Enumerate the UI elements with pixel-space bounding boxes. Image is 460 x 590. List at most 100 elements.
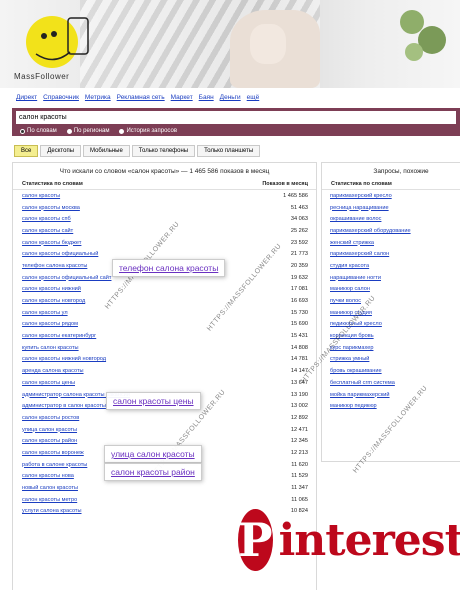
impressions-count: 21 773 [290,251,308,258]
nav-link-more[interactable]: ещё [247,94,260,101]
nav-link-reference[interactable]: Справочник [43,94,79,101]
table-row: салон красоты ростов 12 892 [22,412,308,424]
impressions-count: 25 262 [290,227,308,234]
similar-query-link[interactable]: мойка парикмахерский [330,392,390,398]
callout-district: салон красоты район [104,463,202,481]
callout-street: улица салон красоты [104,445,202,463]
impressions-count: 14 781 [290,356,308,363]
tab-desktops[interactable]: Десктопы [40,145,82,157]
query-link[interactable]: салон красоты официальный [22,251,98,257]
impressions-count: 12 892 [290,414,308,421]
radio-icon [119,128,125,134]
scope-by-regions[interactable]: По регионам [66,128,109,134]
impressions-count: 1 465 586 [283,192,308,199]
scope-by-words[interactable]: По словам [20,128,57,134]
nav-link-direct[interactable]: Директ [16,94,37,101]
query-link[interactable]: салон красоты ул [22,310,68,316]
impressions-count: 15 690 [290,321,308,328]
query-link[interactable]: салон красоты официальный сайт [22,275,111,281]
similar-query-link[interactable]: женский стрижка [330,240,374,246]
query-link[interactable]: купить салон красоты [22,345,79,351]
table-row: салон красоты ул 15 730 [22,307,308,319]
query-link[interactable]: салон красоты нижний новгород [22,356,106,362]
table-row: салон красоты спб 34 063 [22,213,308,225]
query-link[interactable]: салон красоты москва [22,205,80,211]
similar-query-link[interactable]: окрашивание волос [330,216,381,222]
query-link[interactable]: телефон салона красоты [22,263,87,269]
nav-link-ad-network[interactable]: Рекламная сеть [117,94,165,101]
similar-query-link[interactable]: бровь окрашивание [330,368,382,374]
list-item: пучки волос [330,295,456,307]
nav-link-bayan[interactable]: Баян [199,94,214,101]
query-link[interactable]: салон красоты метро [22,497,77,503]
impressions-count: 12 345 [290,438,308,445]
radio-icon [66,128,72,134]
nav-link-money[interactable]: Деньги [220,94,241,101]
table-row: салон красоты нижний новгород 14 781 [22,354,308,366]
scope-history[interactable]: История запросов [119,128,177,134]
query-link[interactable]: услуги салона красоты [22,508,82,514]
query-link[interactable]: салон красоты цены [22,380,75,386]
tab-phones-only[interactable]: Только телефоны [131,145,196,157]
callout-prices: салон красоты цены [106,392,201,410]
similar-query-link[interactable]: маникюр педикюр [330,403,377,409]
list-item: окрашивание волос [330,213,456,225]
similar-panel: Запросы, похожие Статистика по словам па… [321,162,460,462]
list-item: маникюр салон [330,284,456,296]
nav-link-market[interactable]: Маркет [171,94,193,101]
impressions-count: 15 730 [290,309,308,316]
query-link[interactable]: салон красоты воронеж [22,450,84,456]
impressions-count: 51 463 [290,204,308,211]
query-link[interactable]: салон красоты ростов [22,415,79,421]
query-link[interactable]: салон красоты сайт [22,228,73,234]
query-link[interactable]: салон красоты район [22,438,77,444]
similar-query-link[interactable]: пучки волос [330,298,361,304]
query-link[interactable]: аренда салона красоты [22,368,84,374]
table-row: салон красоты новгород 16 693 [22,295,308,307]
query-link[interactable]: салон красоты новгород [22,298,85,304]
tab-mobile[interactable]: Мобильные [83,145,130,157]
hand-image-detail [250,24,286,64]
similar-query-link[interactable]: бесплатный crm система [330,380,395,386]
header-banner: MassFollower [0,0,460,88]
similar-query-link[interactable]: маникюр салон [330,286,370,292]
query-link[interactable]: салон красоты спб [22,216,71,222]
query-link[interactable]: салон красоты рядом [22,321,78,327]
query-link[interactable]: салон красоты нижний [22,286,81,292]
similar-query-link[interactable]: парикмахерский кресло [330,193,392,199]
table-row: салон красоты 1 465 586 [22,190,308,202]
query-link[interactable]: салон красоты нова [22,473,74,479]
tab-tablets-only[interactable]: Только планшеты [197,145,261,157]
impressions-count: 15 431 [290,333,308,340]
table-row: салон красоты нижний 17 081 [22,284,308,296]
query-link[interactable]: работа в салоне красоты [22,462,87,468]
similar-query-link[interactable]: наращивание ногти [330,275,381,281]
impressions-count: 13 002 [290,403,308,410]
similar-query-link[interactable]: парикмахерский салон [330,251,389,257]
similar-query-link[interactable]: ресница наращивание [330,205,389,211]
query-link[interactable]: улица салон красоты [22,427,77,433]
query-link[interactable]: салон красоты [22,193,60,199]
list-item: парикмахерский кресло [330,190,456,202]
brand-name: MassFollower [14,72,70,81]
impressions-count: 34 063 [290,216,308,223]
search-input[interactable] [16,111,456,124]
query-link[interactable]: салон красоты екатеринбург [22,333,96,339]
similar-query-link[interactable]: парикмахерский оборудование [330,228,411,234]
table-row: купить салон красоты 14 808 [22,342,308,354]
query-link[interactable]: салон красоты бюджет [22,240,81,246]
query-link[interactable]: администратор в салон красоты [22,403,106,409]
table-row: салон красоты рядом 15 690 [22,319,308,331]
query-link[interactable]: новый салон красоты [22,485,78,491]
list-item: курс парикмахер [330,342,456,354]
impressions-count: 17 081 [290,286,308,293]
table-row: салон красоты москва 51 463 [22,202,308,214]
callout-phone: телефон салона красоты [112,259,226,277]
list-item: бровь окрашивание [330,365,456,377]
nav-link-metrika[interactable]: Метрика [85,94,111,101]
similar-query-link[interactable]: студия красота [330,263,369,269]
tab-all[interactable]: Все [14,145,39,157]
similar-query-link[interactable]: стрижка умный [330,356,369,362]
table-row: аренда салона красоты 14 147 [22,365,308,377]
impressions-count: 11 620 [291,461,308,468]
